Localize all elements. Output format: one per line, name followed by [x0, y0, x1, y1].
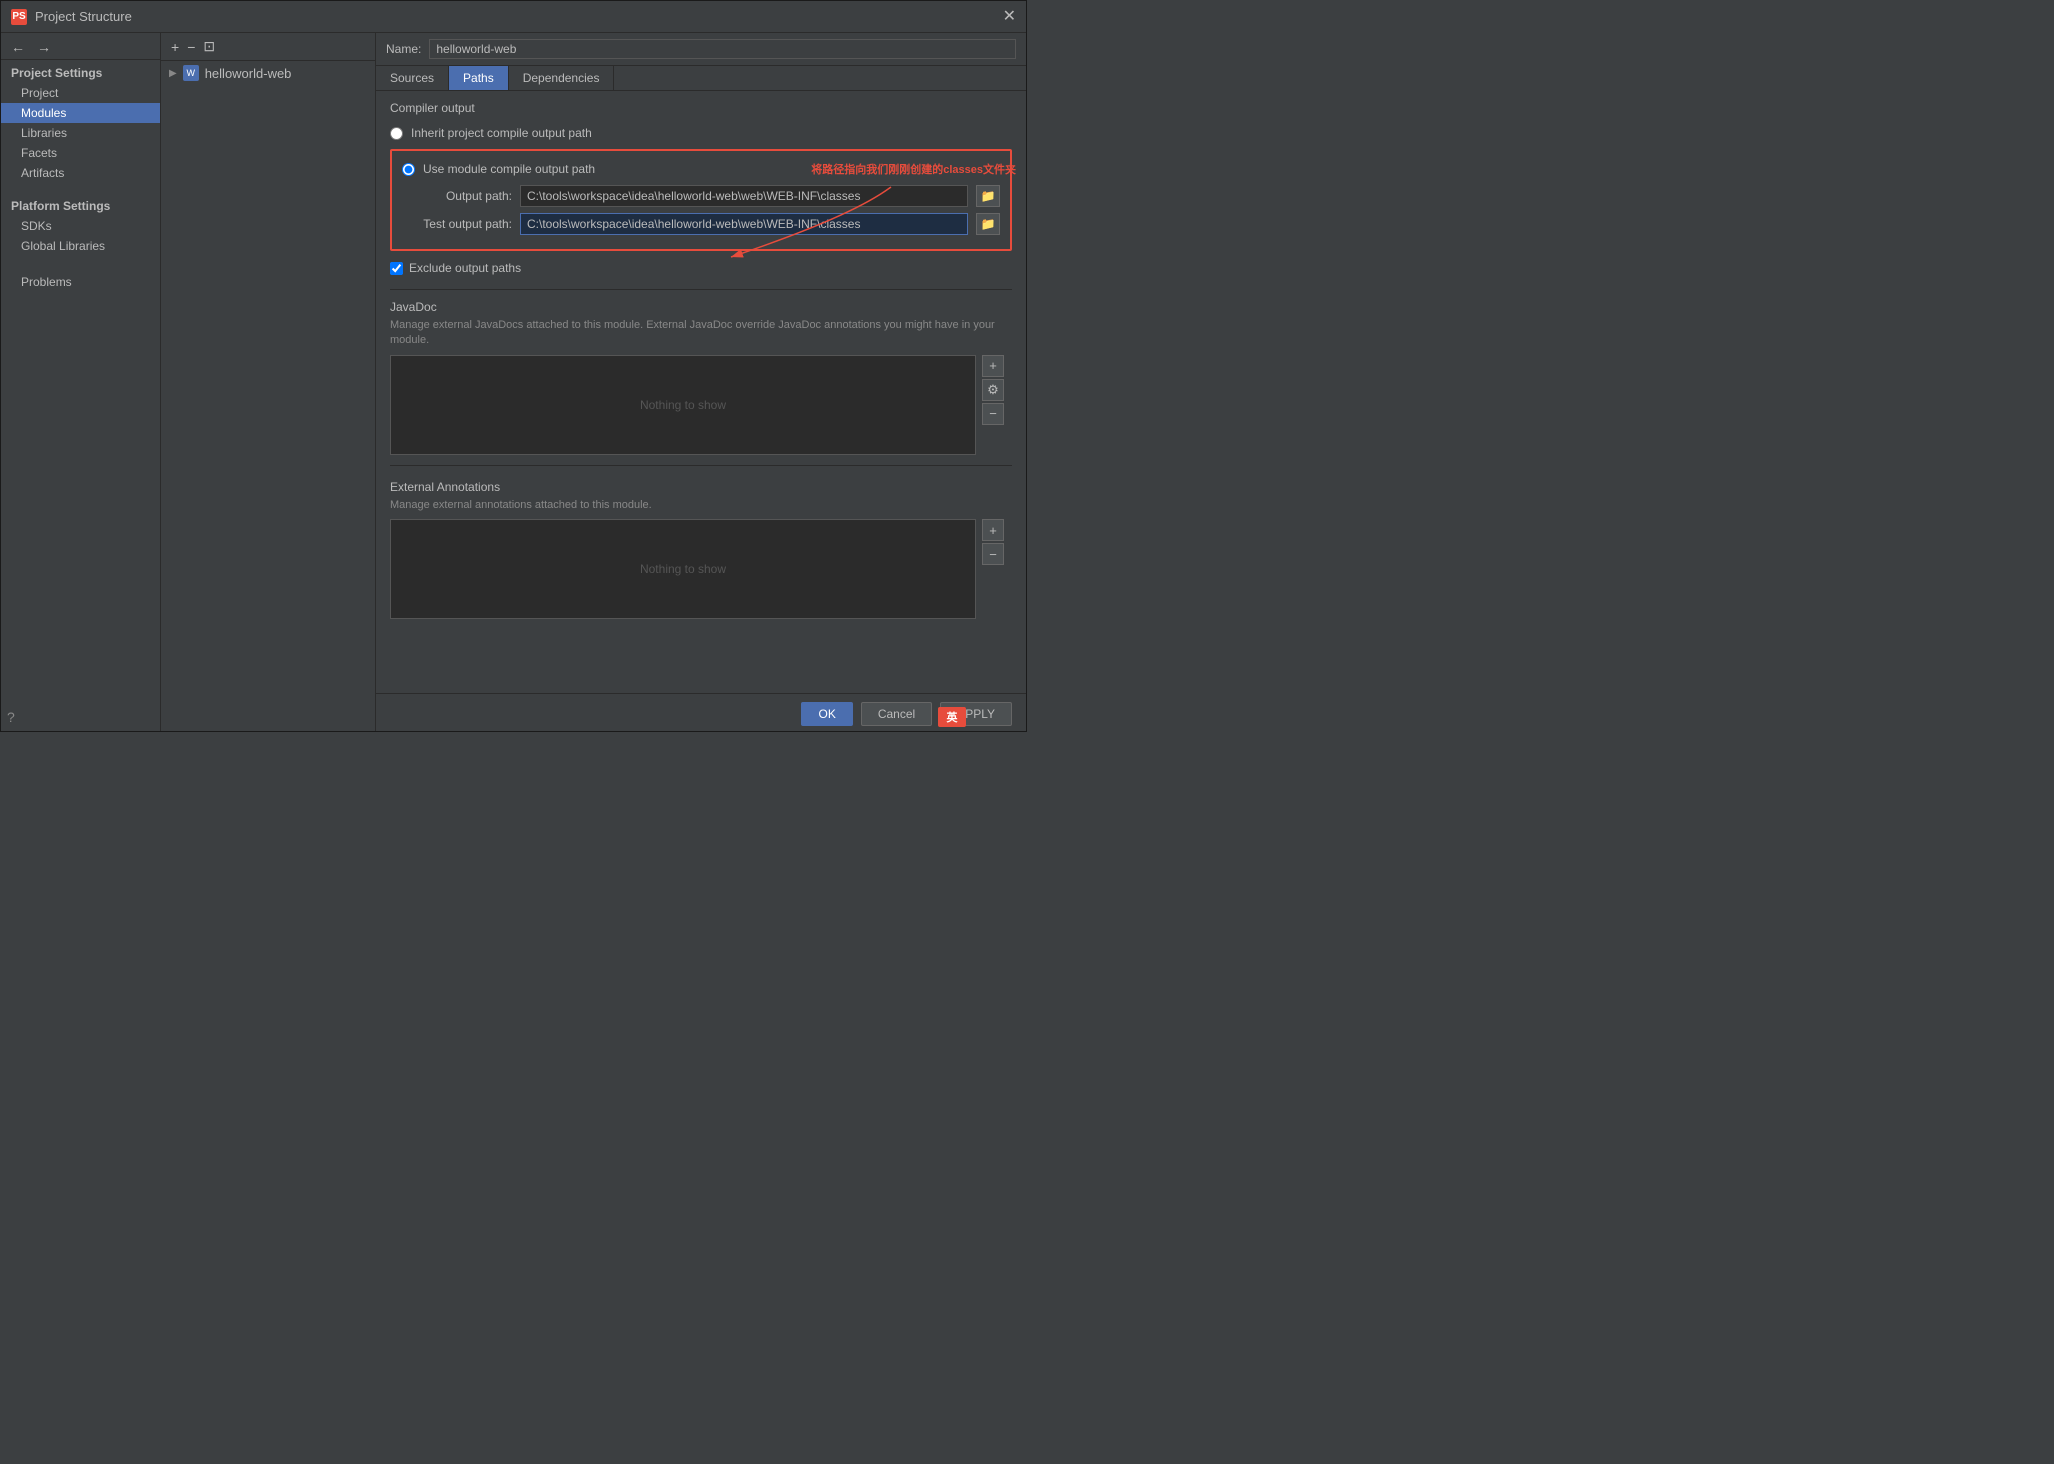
- javadoc-title: JavaDoc: [390, 300, 1012, 314]
- test-output-path-row: Test output path: 📁: [402, 213, 1000, 235]
- close-button[interactable]: ✕: [1003, 9, 1016, 25]
- help-button-container: ?: [7, 709, 15, 725]
- project-settings-header: Project Settings: [1, 60, 160, 83]
- right-section: Name: Sources Paths Dependencies Compile…: [376, 33, 1026, 732]
- name-bar: Name:: [376, 33, 1026, 66]
- title-bar-left: PS Project Structure: [11, 9, 132, 25]
- module-folder-icon: W: [183, 65, 199, 81]
- ext-annotations-remove-button[interactable]: −: [982, 543, 1004, 565]
- output-path-browse-button[interactable]: 📁: [976, 185, 1000, 207]
- tab-dependencies[interactable]: Dependencies: [509, 66, 615, 90]
- test-output-path-label: Test output path:: [402, 217, 512, 231]
- highlight-box: Use module compile output path Output pa…: [390, 149, 1012, 251]
- external-annotations-section: External Annotations Manage external ann…: [390, 480, 1012, 619]
- tabs: Sources Paths Dependencies: [376, 66, 1026, 91]
- inherit-radio[interactable]: [390, 127, 403, 140]
- name-label: Name:: [386, 42, 421, 56]
- tab-sources[interactable]: Sources: [376, 66, 449, 90]
- module-toolbar: + − ⊡: [161, 33, 375, 61]
- ok-button[interactable]: OK: [801, 702, 852, 726]
- cancel-button[interactable]: Cancel: [861, 702, 932, 726]
- sidebar-item-modules[interactable]: Modules: [1, 103, 160, 123]
- output-path-label: Output path:: [402, 189, 512, 203]
- inherit-option[interactable]: Inherit project compile output path: [390, 123, 1012, 143]
- divider-2: [390, 465, 1012, 466]
- sidebar: ← → Project Settings Project Modules Lib…: [1, 33, 161, 732]
- remove-module-button[interactable]: −: [185, 39, 197, 55]
- use-module-option[interactable]: Use module compile output path: [402, 159, 1000, 179]
- ext-annotations-add-button[interactable]: +: [982, 519, 1004, 541]
- javadoc-empty-label: Nothing to show: [640, 398, 726, 412]
- divider-1: [390, 289, 1012, 290]
- javadoc-settings-button[interactable]: ⚙: [982, 379, 1004, 401]
- sidebar-item-facets[interactable]: Facets: [1, 143, 160, 163]
- ext-annotations-empty-label: Nothing to show: [640, 562, 726, 576]
- output-path-row: Output path: 📁: [402, 185, 1000, 207]
- forward-button[interactable]: →: [35, 39, 53, 55]
- status-lang-label: 英: [947, 709, 958, 725]
- nav-row: ← →: [1, 35, 160, 60]
- compiler-output-title: Compiler output: [390, 101, 1012, 115]
- ext-annotations-title: External Annotations: [390, 480, 1012, 494]
- test-output-path-browse-button[interactable]: 📁: [976, 213, 1000, 235]
- module-name: helloworld-web: [205, 66, 292, 81]
- ext-annotations-desc: Manage external annotations attached to …: [390, 498, 1012, 513]
- module-item-helloworld-web[interactable]: ▶ W helloworld-web: [161, 61, 375, 85]
- main-layout: ← → Project Settings Project Modules Lib…: [1, 33, 1026, 732]
- use-module-radio[interactable]: [402, 163, 415, 176]
- sidebar-item-global-libraries[interactable]: Global Libraries: [1, 236, 160, 256]
- output-path-input[interactable]: [520, 185, 968, 207]
- sidebar-item-artifacts[interactable]: Artifacts: [1, 163, 160, 183]
- radio-group: Inherit project compile output path: [390, 123, 1012, 143]
- add-module-button[interactable]: +: [169, 39, 181, 55]
- sidebar-item-project[interactable]: Project: [1, 83, 160, 103]
- content-area: Compiler output Inherit project compile …: [376, 91, 1026, 693]
- javadoc-section: JavaDoc Manage external JavaDocs attache…: [390, 300, 1012, 455]
- javadoc-side-buttons: + ⚙ −: [982, 355, 1004, 425]
- window-title: Project Structure: [35, 9, 132, 24]
- javadoc-panel: Nothing to show: [390, 355, 976, 455]
- app-icon: PS: [11, 9, 27, 25]
- name-input[interactable]: [429, 39, 1016, 59]
- javadoc-add-button[interactable]: +: [982, 355, 1004, 377]
- copy-module-button[interactable]: ⊡: [201, 38, 217, 55]
- javadoc-desc: Manage external JavaDocs attached to thi…: [390, 318, 1012, 349]
- sidebar-item-sdks[interactable]: SDKs: [1, 216, 160, 236]
- bottom-bar: ? OK Cancel APPLY 英: [376, 693, 1026, 732]
- sidebar-item-problems[interactable]: Problems: [1, 272, 160, 292]
- javadoc-remove-button[interactable]: −: [982, 403, 1004, 425]
- status-lang-icon: 英: [938, 707, 966, 727]
- tab-paths[interactable]: Paths: [449, 66, 509, 90]
- platform-settings-header: Platform Settings: [1, 193, 160, 216]
- title-bar: PS Project Structure ✕: [1, 1, 1026, 33]
- sidebar-item-libraries[interactable]: Libraries: [1, 123, 160, 143]
- exclude-checkbox[interactable]: [390, 262, 403, 275]
- ext-annotations-panel: Nothing to show: [390, 519, 976, 619]
- back-button[interactable]: ←: [9, 39, 27, 55]
- help-button[interactable]: ?: [7, 709, 15, 725]
- project-structure-window: PS Project Structure ✕ ← → Project Setti…: [0, 0, 1027, 732]
- module-list: + − ⊡ ▶ W helloworld-web: [161, 33, 376, 732]
- module-arrow-icon: ▶: [169, 68, 177, 79]
- ext-annotations-side-buttons: + −: [982, 519, 1004, 565]
- test-output-path-input[interactable]: [520, 213, 968, 235]
- exclude-checkbox-row[interactable]: Exclude output paths: [390, 257, 1012, 279]
